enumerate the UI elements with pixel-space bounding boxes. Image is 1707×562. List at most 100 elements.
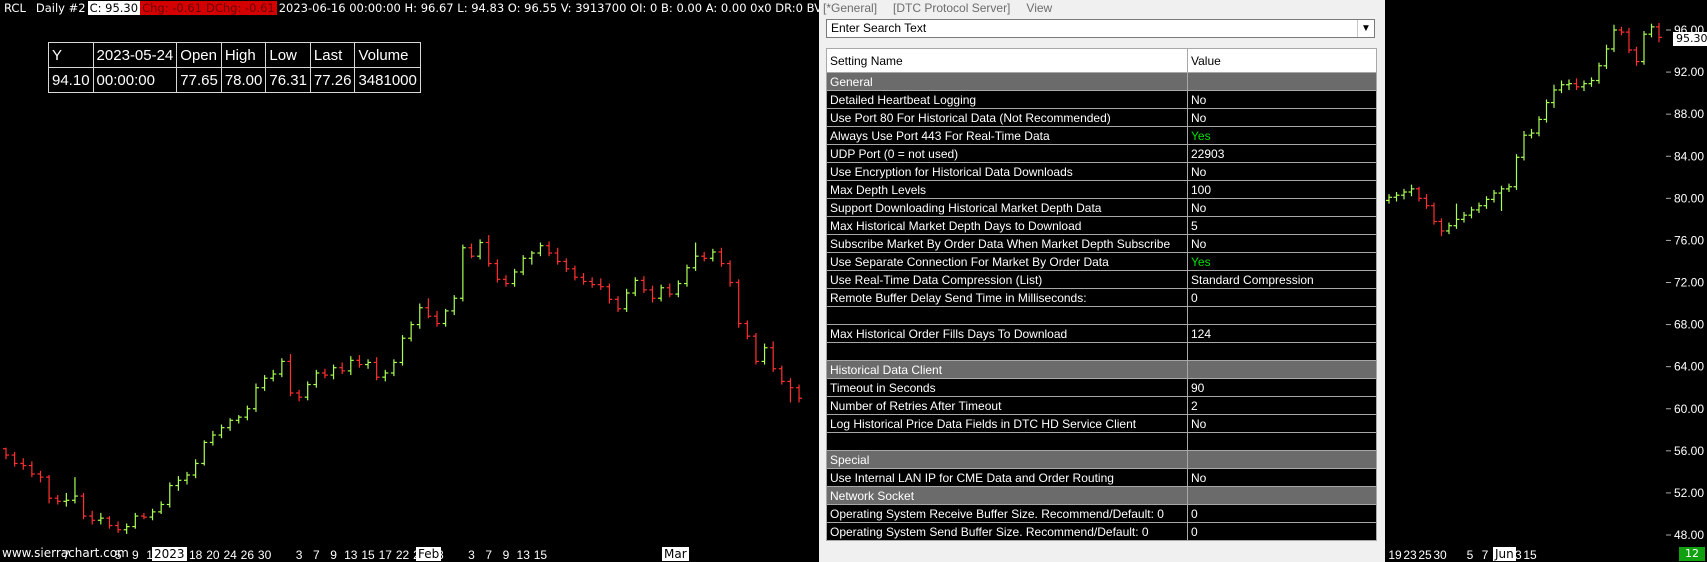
price-bar <box>123 523 130 534</box>
price-bar <box>1611 24 1617 53</box>
setting-row[interactable]: Max Historical Order Fills Days To Downl… <box>826 324 1377 343</box>
price-bar <box>537 242 544 257</box>
setting-value[interactable]: 2 <box>1187 396 1377 415</box>
setting-row[interactable]: Support Downloading Historical Market De… <box>826 198 1377 217</box>
price-tick-label: 76.00 <box>1674 233 1704 247</box>
setting-value[interactable]: No <box>1187 90 1377 109</box>
setting-value[interactable]: No <box>1187 468 1377 487</box>
setting-value[interactable]: 5 <box>1187 216 1377 235</box>
setting-row[interactable]: Subscribe Market By Order Data When Mark… <box>826 234 1377 253</box>
price-bar <box>149 508 156 521</box>
setting-row[interactable]: Use Port 80 For Historical Data (Not Rec… <box>826 108 1377 127</box>
setting-value[interactable]: Yes <box>1187 126 1377 145</box>
setting-name: Max Depth Levels <box>826 180 1188 199</box>
data-box-value: 76.31 <box>265 67 311 93</box>
setting-value[interactable]: Standard Compression <box>1187 270 1377 289</box>
price-bar <box>1558 80 1565 94</box>
price-bar <box>528 250 535 265</box>
setting-value <box>1187 432 1377 451</box>
setting-row[interactable]: Remote Buffer Delay Send Time in Millise… <box>826 288 1377 307</box>
data-box-value: 94.10 <box>48 67 94 93</box>
data-box-header: High <box>220 42 267 68</box>
setting-row[interactable]: Max Historical Market Depth Days to Down… <box>826 216 1377 235</box>
setting-name: Detailed Heartbeat Logging <box>826 90 1188 109</box>
setting-name: Subscribe Market By Order Data When Mark… <box>826 234 1188 253</box>
month-label-mar: Mar <box>662 547 689 561</box>
price-bar <box>623 288 630 312</box>
price-bar <box>796 384 803 403</box>
date-tick-label: 3 <box>296 548 303 562</box>
price-bar <box>727 260 734 287</box>
setting-row[interactable]: Use Separate Connection For Market By Or… <box>826 252 1377 271</box>
setting-row[interactable]: Always Use Port 443 For Real-Time Data Ye… <box>826 126 1377 145</box>
setting-row[interactable]: Max Depth Levels 100 <box>826 180 1377 199</box>
setting-row[interactable]: Operating System Receive Buffer Size. Re… <box>826 504 1377 523</box>
price-tick-label: 60.00 <box>1674 402 1704 416</box>
price-bar <box>3 447 9 460</box>
setting-value[interactable]: No <box>1187 198 1377 217</box>
price-bar <box>468 243 475 259</box>
price-bar <box>1386 194 1392 204</box>
setting-value[interactable]: 0 <box>1187 504 1377 523</box>
price-bar <box>1438 218 1445 237</box>
price-bar <box>1513 154 1520 190</box>
date-tick-label: 9 <box>503 548 510 562</box>
section-label: Network Socket <box>826 486 1188 505</box>
setting-row[interactable]: Use Real-Time Data Compression (List) Sta… <box>826 270 1377 289</box>
setting-value[interactable]: 0 <box>1187 288 1377 307</box>
menu-dtc-protocol-server[interactable]: [DTC Protocol Server] <box>893 1 1010 15</box>
price-bar <box>365 359 372 369</box>
setting-row[interactable]: Log Historical Price Data Fields in DTC … <box>826 414 1377 433</box>
setting-row[interactable]: Number of Retries After Timeout 2 <box>826 396 1377 415</box>
setting-row[interactable]: Use Internal LAN IP for CME Data and Ord… <box>826 468 1377 487</box>
price-bar <box>744 320 751 340</box>
price-bar <box>511 268 518 287</box>
price-bar <box>451 295 458 316</box>
price-axis: 96.0092.0088.0084.0080.0076.0072.0068.00… <box>1666 23 1704 542</box>
price-bar <box>1483 196 1490 209</box>
price-tick-label: 88.00 <box>1674 107 1704 121</box>
setting-value[interactable]: No <box>1187 108 1377 127</box>
menu-general[interactable]: [*General] <box>823 1 877 15</box>
setting-value[interactable]: Yes <box>1187 252 1377 271</box>
setting-row[interactable]: Timeout in Seconds 90 <box>826 378 1377 397</box>
chevron-down-icon[interactable]: ▼ <box>1357 20 1374 37</box>
price-bar <box>416 303 423 329</box>
setting-value[interactable]: No <box>1187 414 1377 433</box>
price-bar <box>1551 84 1557 108</box>
price-bar <box>1566 79 1572 90</box>
setting-value[interactable]: 124 <box>1187 324 1377 343</box>
section-header: Network Socket <box>826 486 1377 505</box>
price-bar <box>606 283 613 304</box>
settings-grid: Setting Name Value General Detailed Heart… <box>826 48 1377 541</box>
setting-value[interactable]: 90 <box>1187 378 1377 397</box>
price-bar <box>640 276 647 294</box>
setting-row[interactable]: Operating System Send Buffer Size. Recom… <box>826 522 1377 541</box>
setting-value[interactable]: No <box>1187 234 1377 253</box>
date-tick-label: 23 <box>1403 548 1417 562</box>
date-tick-label: 15 <box>1523 548 1537 562</box>
price-bar <box>1633 46 1640 66</box>
price-bar <box>649 285 656 303</box>
menu-view[interactable]: View <box>1026 1 1052 15</box>
setting-value[interactable]: 0 <box>1187 522 1377 541</box>
price-bar <box>1416 186 1422 202</box>
date-tick-label: 18 <box>189 548 203 562</box>
date-tick-label: 5 <box>1467 548 1474 562</box>
setting-value[interactable]: No <box>1187 162 1377 181</box>
setting-row[interactable]: UDP Port (0 = not used) 22903 <box>826 144 1377 163</box>
search-input[interactable]: Enter Search Text ▼ <box>826 19 1375 38</box>
setting-value[interactable]: 100 <box>1187 180 1377 199</box>
setting-value[interactable]: 22903 <box>1187 144 1377 163</box>
data-box-header: Last <box>309 42 356 68</box>
column-header-setting-name[interactable]: Setting Name <box>826 48 1188 73</box>
price-bar <box>554 247 561 265</box>
data-box-value: 77.65 <box>176 67 222 93</box>
setting-row[interactable]: Use Encryption for Historical Data Downl… <box>826 162 1377 181</box>
setting-name: Log Historical Price Data Fields in DTC … <box>826 414 1188 433</box>
column-header-value[interactable]: Value <box>1187 48 1377 73</box>
price-bar <box>201 440 208 466</box>
price-tick-label: 92.00 <box>1674 65 1704 79</box>
setting-row[interactable]: Detailed Heartbeat Logging No <box>826 90 1377 109</box>
data-box-value: 78.00 <box>220 67 267 93</box>
